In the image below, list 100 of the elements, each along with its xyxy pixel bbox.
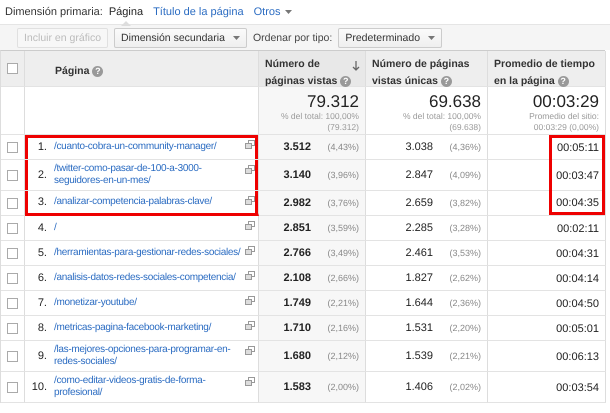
total-value: 00:03:29 (532, 92, 599, 111)
row-number: 4. (36, 222, 47, 234)
metric-value: 2.108 (283, 272, 311, 284)
help-icon[interactable]: ? (92, 66, 104, 77)
page-link[interactable]: /las-mejores-opciones-para-programar-en-redes-sociales/ (54, 344, 243, 368)
row-checkbox[interactable] (7, 298, 18, 308)
metric-percent: (2,21%) (448, 351, 481, 361)
metric-value: 1.827 (405, 272, 433, 284)
page-link[interactable]: /analizar-competencia-palabras-clave/ (54, 196, 243, 208)
dimension-option[interactable]: Página (108, 0, 144, 24)
total-note: Promedio del sitio: 00:03:29 (0,00%) (528, 111, 599, 133)
open-window-icon[interactable] (245, 321, 255, 330)
page-link[interactable]: /monetizar-youtube/ (54, 297, 243, 309)
metric-percent: (2,02%) (448, 382, 481, 392)
row-checkbox[interactable] (7, 222, 18, 234)
metric-percent: (3,28%) (448, 223, 481, 233)
dimension-option[interactable]: Título de la página (153, 0, 244, 24)
metric-percent: (2,00%) (326, 382, 359, 392)
row-checkbox[interactable] (7, 272, 18, 284)
open-window-icon[interactable] (245, 165, 255, 174)
row-checkbox[interactable] (7, 248, 18, 258)
row-number: 1. (36, 141, 47, 153)
open-window-icon[interactable] (245, 140, 255, 149)
row-checkbox[interactable] (7, 198, 18, 208)
row-checkbox[interactable] (7, 322, 18, 334)
column-header[interactable]: Página ? (25, 51, 259, 87)
page-link[interactable]: / (54, 222, 243, 234)
metric-percent: (2,66%) (326, 273, 359, 283)
row-number: 3. (36, 196, 47, 208)
metric-percent: (3,76%) (326, 198, 359, 208)
dimension-option[interactable]: Otros (254, 0, 292, 24)
column-header[interactable]: Número de páginas vistas únicas ? (366, 51, 488, 87)
select-all-checkbox[interactable] (7, 63, 18, 74)
open-window-icon[interactable] (245, 296, 255, 305)
column-header[interactable]: Número de páginas vistas ? (259, 51, 366, 87)
open-window-icon[interactable] (245, 246, 255, 255)
metric-value: 1.680 (283, 350, 311, 362)
metric-percent: (3,59%) (326, 223, 359, 233)
metric-value: 2.461 (405, 247, 433, 259)
row-number: 7. (36, 297, 47, 309)
row-number: 9. (36, 350, 47, 362)
open-window-icon[interactable] (245, 346, 255, 355)
row-number: 8. (36, 322, 47, 334)
page-link[interactable]: /analisis-datos-redes-sociales-competencia/ (54, 272, 243, 284)
metric-value: 1.710 (283, 322, 311, 334)
row-number: 6. (36, 272, 47, 284)
time-value: 00:04:31 (556, 248, 599, 260)
time-value: 00:04:50 (556, 298, 599, 310)
metric-value: 2.659 (405, 197, 433, 209)
total-note: % del total: 100,00% (69.638) (402, 111, 481, 133)
metric-percent: (2,62%) (448, 273, 481, 283)
time-value: 00:03:54 (556, 382, 599, 394)
total-note: % del total: 100,00% (79.312) (280, 111, 359, 133)
metric-value: 1.531 (405, 322, 433, 334)
page-link[interactable]: /metricas-pagina-facebook-marketing/ (54, 322, 243, 334)
page-link[interactable]: /herramientas-para-gestionar-redes-sociales/ (54, 247, 243, 259)
metric-percent: (2,20%) (448, 323, 481, 333)
column-header[interactable]: Promedio de tiempo en la página ? (488, 51, 606, 87)
sort-type-dropdown[interactable]: Predeterminado (338, 28, 442, 48)
page-link[interactable]: /twitter-como-pasar-de-100-a-3000-seguidores-en-un-mes/ (54, 163, 243, 187)
metric-percent: (4,43%) (326, 142, 359, 152)
metric-value: 1.749 (283, 297, 311, 309)
page-link[interactable]: /como-editar-videos-gratis-de-forma-profesional/ (54, 375, 243, 399)
help-icon[interactable]: ? (340, 76, 352, 87)
metric-percent: (4,09%) (448, 170, 481, 180)
total-value: 69.638 (428, 92, 481, 111)
row-checkbox[interactable] (7, 350, 18, 362)
metric-percent: (3,49%) (326, 248, 359, 258)
help-icon[interactable]: ? (558, 76, 569, 87)
open-window-icon[interactable] (245, 196, 255, 205)
metric-percent: (4,36%) (448, 142, 481, 152)
row-checkbox[interactable] (7, 142, 18, 152)
caret-icon (428, 36, 436, 40)
metric-value: 3.140 (283, 169, 311, 181)
page-link[interactable]: /cuanto-cobra-un-community-manager/ (54, 141, 243, 153)
row-checkbox[interactable] (7, 382, 18, 392)
metric-percent: (3,53%) (448, 248, 481, 258)
time-value: 00:02:11 (556, 222, 599, 234)
metric-percent: (2,12%) (326, 351, 359, 361)
sort-arrow-icon[interactable] (352, 61, 360, 71)
total-value: 79.312 (306, 92, 359, 111)
metric-value: 3.038 (405, 141, 433, 153)
metric-value: 1.406 (405, 381, 433, 393)
time-value: 00:03:47 (556, 170, 599, 182)
help-icon[interactable]: ? (440, 76, 452, 87)
sort-label: Ordenar por tipo: (252, 32, 332, 44)
time-value: 00:06:13 (556, 350, 599, 362)
row-number: 2. (36, 169, 47, 181)
row-checkbox[interactable] (7, 170, 18, 180)
open-window-icon[interactable] (245, 377, 255, 386)
time-value: 00:05:11 (556, 142, 599, 154)
time-value: 00:04:35 (556, 197, 599, 209)
metric-percent: (2,16%) (326, 323, 359, 333)
metric-value: 2.851 (283, 222, 311, 234)
metric-percent: (2,21%) (326, 298, 359, 308)
open-window-icon[interactable] (245, 271, 255, 280)
secondary-dimension-dropdown[interactable]: Dimensión secundaria (114, 28, 247, 48)
caret-icon (232, 36, 240, 40)
open-window-icon[interactable] (245, 221, 255, 230)
metric-value: 2.285 (405, 222, 433, 234)
